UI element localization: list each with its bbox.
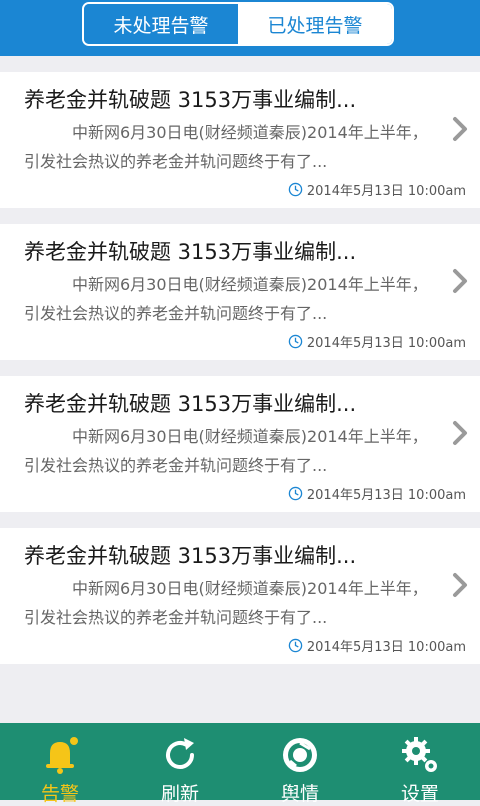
clock-icon: [288, 486, 303, 501]
alert-title: 养老金并轨破题 3153万事业编制...: [24, 88, 357, 112]
alert-summary: 中新网6月30日电(财经频道秦辰)2014年上半年，引发社会热议的养老金并轨问题…: [24, 123, 428, 171]
tab-settings[interactable]: 设置: [360, 723, 480, 805]
tab-sentiment-label: 舆情: [280, 783, 319, 805]
alert-card[interactable]: 养老金并轨破题 3153万事业编制... 中新网6月30日电(财经频道秦辰)20…: [0, 376, 480, 512]
alert-card[interactable]: 养老金并轨破题 3153万事业编制... 中新网6月30日电(财经频道秦辰)20…: [0, 528, 480, 664]
alert-time-text: 2014年5月13日 10:00am: [306, 640, 466, 655]
sentiment-icon: [283, 738, 317, 772]
alert-time: 2014年5月13日 10:00am: [288, 636, 466, 655]
tab-refresh-label: 刷新: [160, 783, 199, 805]
tab-refresh[interactable]: 刷新: [120, 723, 240, 805]
chevron-right-icon: [453, 573, 467, 597]
tab-sentiment[interactable]: 舆情: [240, 723, 360, 805]
tab-alerts[interactable]: 告警: [0, 723, 120, 805]
alert-status-segmented-control: 未处理告警 已处理告警: [82, 2, 394, 46]
chevron-right-icon: [453, 421, 467, 445]
bottom-tab-bar: 告警 刷新 舆情 设置: [0, 723, 480, 805]
alert-time-text: 2014年5月13日 10:00am: [306, 336, 466, 351]
alert-time-text: 2014年5月13日 10:00am: [306, 184, 466, 199]
alert-title: 养老金并轨破题 3153万事业编制...: [24, 544, 357, 568]
alert-card[interactable]: 养老金并轨破题 3153万事业编制... 中新网6月30日电(财经频道秦辰)20…: [0, 72, 480, 208]
refresh-icon: [166, 738, 194, 769]
alert-time: 2014年5月13日 10:00am: [288, 332, 466, 351]
clock-icon: [288, 182, 303, 197]
alert-summary: 中新网6月30日电(财经频道秦辰)2014年上半年，引发社会热议的养老金并轨问题…: [24, 275, 428, 323]
chevron-right-icon: [453, 269, 467, 293]
bell-icon: [46, 737, 78, 774]
tab-processed-alerts[interactable]: 已处理告警: [238, 4, 392, 44]
tab-unprocessed-alerts[interactable]: 未处理告警: [84, 4, 238, 44]
tab-alerts-label: 告警: [40, 783, 79, 805]
alert-card[interactable]: 养老金并轨破题 3153万事业编制... 中新网6月30日电(财经频道秦辰)20…: [0, 224, 480, 360]
alert-time-text: 2014年5月13日 10:00am: [306, 488, 466, 503]
top-bar: 未处理告警 已处理告警: [0, 0, 480, 56]
clock-icon: [288, 638, 303, 653]
chevron-right-icon: [453, 117, 467, 141]
tab-settings-label: 设置: [400, 783, 439, 805]
alert-summary: 中新网6月30日电(财经频道秦辰)2014年上半年，引发社会热议的养老金并轨问题…: [24, 427, 428, 475]
alert-title: 养老金并轨破题 3153万事业编制...: [24, 240, 357, 264]
clock-icon: [288, 334, 303, 349]
alert-time: 2014年5月13日 10:00am: [288, 484, 466, 503]
alert-summary: 中新网6月30日电(财经频道秦辰)2014年上半年，引发社会热议的养老金并轨问题…: [24, 579, 428, 627]
gear-icon: [402, 737, 437, 772]
alert-title: 养老金并轨破题 3153万事业编制...: [24, 392, 357, 416]
alert-time: 2014年5月13日 10:00am: [288, 180, 466, 199]
